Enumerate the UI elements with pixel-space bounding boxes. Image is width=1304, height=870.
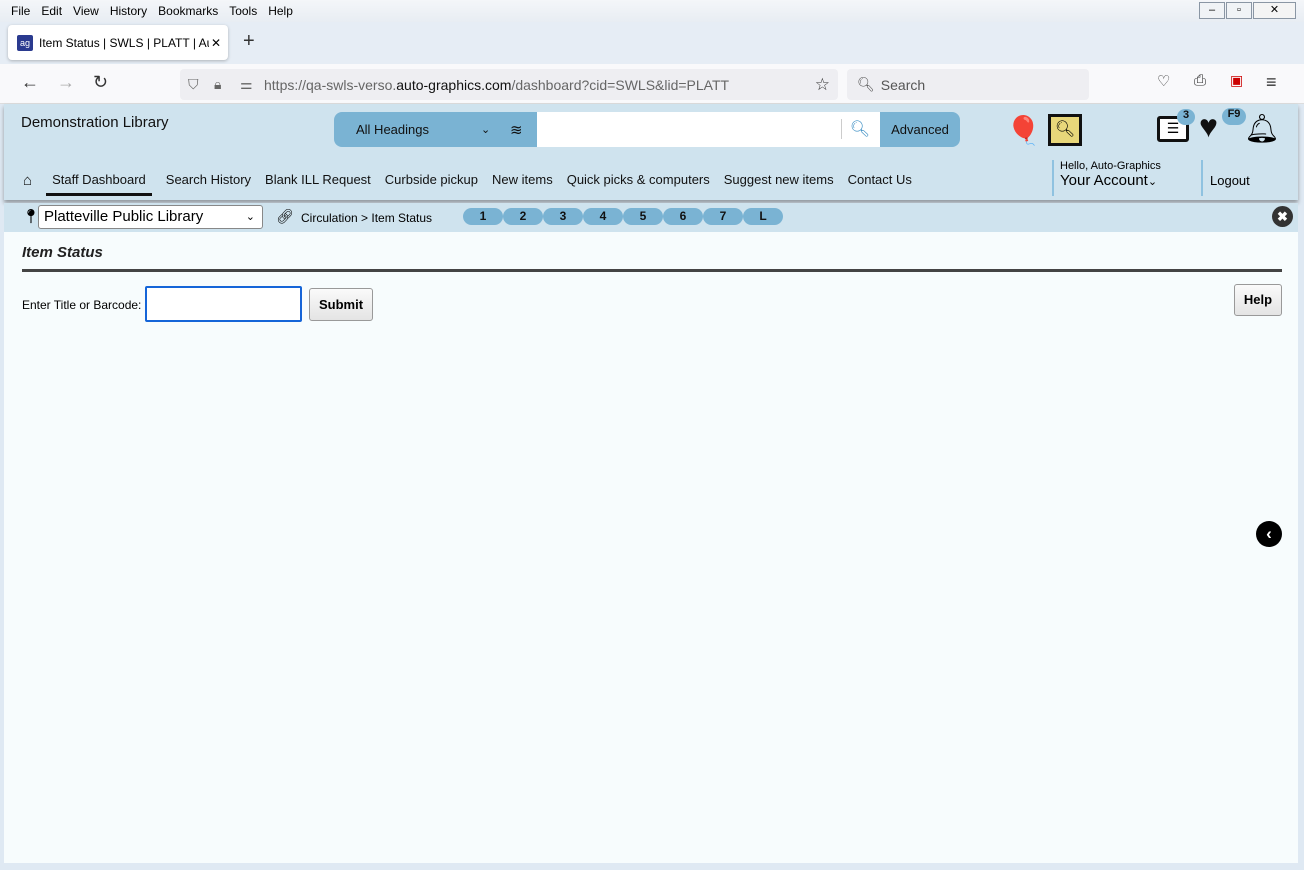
favorites-badge: F9 xyxy=(1222,108,1246,125)
search-icon: 🔍︎ xyxy=(857,76,875,92)
search-bar: All Headings ⌄ ≋ 🔍︎ Advanced xyxy=(334,112,960,147)
your-account-button[interactable]: Your Account⌄ xyxy=(1060,172,1161,189)
quick-tab-l[interactable]: L xyxy=(743,208,783,225)
shield-icon: ⛉ xyxy=(188,76,199,92)
page-title: Item Status xyxy=(22,244,103,261)
heading-select[interactable]: All Headings ⌄ ≋ xyxy=(334,112,537,147)
catalog-search-icon[interactable]: 🔍︎ xyxy=(1048,114,1082,146)
chevron-down-icon: ⌄ xyxy=(481,124,491,136)
tab-bar: ag Item Status | SWLS | PLATT | Aut ✕ + xyxy=(0,22,1304,64)
forward-icon[interactable]: → xyxy=(57,72,75,93)
search-input[interactable]: 🔍︎ xyxy=(537,112,880,147)
nav-search-history[interactable]: Search History xyxy=(166,172,251,196)
lock-icon: 🔒︎ xyxy=(214,76,222,92)
link-icon: 🔗︎ xyxy=(276,208,294,224)
submit-button[interactable]: Submit xyxy=(309,288,373,321)
tab-title: Item Status | SWLS | PLATT | Aut xyxy=(39,35,209,50)
extension-icon[interactable]: ▣ xyxy=(1230,72,1243,89)
breadcrumb: Circulation > Item Status xyxy=(301,211,433,225)
minimize-button[interactable]: – xyxy=(1199,2,1225,19)
menu-bookmarks[interactable]: Bookmarks xyxy=(158,4,218,18)
menu-bar: File Edit View History Bookmarks Tools Help xyxy=(0,0,1304,22)
main-content: Item Status Enter Title or Barcode: Subm… xyxy=(4,232,1298,863)
library-select-value: Platteville Public Library xyxy=(44,208,204,225)
menu-icon[interactable]: ≡ xyxy=(1266,72,1277,93)
greeting: Hello, Auto-Graphics xyxy=(1060,160,1161,172)
nav-quick-picks[interactable]: Quick picks & computers xyxy=(567,172,710,196)
quick-tab-6[interactable]: 6 xyxy=(663,208,703,225)
close-icon[interactable]: ✖ xyxy=(1272,206,1293,227)
tab-item-status[interactable]: ag Item Status | SWLS | PLATT | Aut ✕ xyxy=(8,25,228,60)
web-search-input[interactable]: 🔍︎ Search xyxy=(847,69,1089,100)
back-icon[interactable]: ← xyxy=(21,72,39,93)
url-suffix: /dashboard?cid=SWLS&lid=PLATT xyxy=(511,76,730,93)
quick-tab-5[interactable]: 5 xyxy=(623,208,663,225)
print-icon[interactable]: ⎙ xyxy=(1194,72,1206,89)
favicon-icon: ag xyxy=(17,34,33,51)
nav-new-items[interactable]: New items xyxy=(492,172,553,196)
quick-tab-7[interactable]: 7 xyxy=(703,208,743,225)
permissions-icon: ⚌ xyxy=(240,76,253,92)
chevron-left-icon[interactable]: ‹ xyxy=(1256,521,1282,547)
menu-file[interactable]: File xyxy=(11,4,30,18)
search-placeholder: Search xyxy=(880,76,926,93)
chevron-down-icon: ⌄ xyxy=(1147,176,1158,188)
library-name: Demonstration Library xyxy=(21,114,169,131)
site-header: Demonstration Library All Headings ⌄ ≋ 🔍︎ … xyxy=(4,104,1298,200)
maximize-button[interactable]: ▫ xyxy=(1226,2,1252,19)
nav-toolbar: ← → ↻ ⛉ 🔒︎ ⚌ https://qa-swls-verso.auto-… xyxy=(0,64,1304,104)
menu-help[interactable]: Help xyxy=(268,4,293,18)
menu-history[interactable]: History xyxy=(110,4,147,18)
heading-select-value: All Headings xyxy=(356,122,429,137)
quick-tab-1[interactable]: 1 xyxy=(463,208,503,225)
hot-air-balloon-icon[interactable]: 🎈 xyxy=(1006,114,1041,147)
help-button[interactable]: Help xyxy=(1234,284,1282,316)
heart-icon[interactable]: ♥ xyxy=(1199,108,1218,145)
home-icon[interactable]: ⌂ xyxy=(23,172,32,196)
logout-button[interactable]: Logout xyxy=(1201,160,1250,196)
bookmark-star-icon[interactable]: ☆ xyxy=(815,75,830,95)
account-menu[interactable]: Hello, Auto-Graphics Your Account⌄ xyxy=(1052,160,1161,196)
main-nav: ⌂ Staff Dashboard Search History Blank I… xyxy=(4,172,926,196)
bell-icon[interactable]: 🔔︎ xyxy=(1244,112,1280,145)
account-label: Your Account xyxy=(1060,172,1148,189)
new-tab-button[interactable]: + xyxy=(243,30,255,53)
menu-tools[interactable]: Tools xyxy=(229,4,257,18)
title-barcode-input[interactable] xyxy=(145,286,302,322)
quick-tab-3[interactable]: 3 xyxy=(543,208,583,225)
pocket-icon[interactable]: ♡ xyxy=(1157,72,1170,90)
database-icon[interactable]: ≋ xyxy=(510,121,523,139)
divider xyxy=(22,269,1282,272)
reload-icon[interactable]: ↻ xyxy=(93,72,108,93)
url-text: https://qa-swls-verso.auto-graphics.com/… xyxy=(264,77,729,93)
url-prefix: https://qa-swls-verso. xyxy=(264,76,397,93)
title-barcode-label: Enter Title or Barcode: xyxy=(22,298,142,312)
menu-edit[interactable]: Edit xyxy=(41,4,62,18)
nav-contact-us[interactable]: Contact Us xyxy=(848,172,912,196)
nav-staff-dashboard[interactable]: Staff Dashboard xyxy=(46,172,152,196)
chevron-down-icon: ⌄ xyxy=(245,211,255,223)
library-select[interactable]: Platteville Public Library ⌄ xyxy=(38,205,263,229)
quick-tab-2[interactable]: 2 xyxy=(503,208,543,225)
nav-curbside-pickup[interactable]: Curbside pickup xyxy=(385,172,478,196)
breadcrumb-bar: 📍︎ Platteville Public Library ⌄ 🔗︎ Circul… xyxy=(4,203,1298,232)
url-bar[interactable]: ⛉ 🔒︎ ⚌ https://qa-swls-verso.auto-graphi… xyxy=(180,69,838,100)
search-icon[interactable]: 🔍︎ xyxy=(840,119,870,139)
advanced-search-button[interactable]: Advanced xyxy=(880,112,960,147)
close-tab-icon[interactable]: ✕ xyxy=(211,36,221,50)
url-domain: auto-graphics.com xyxy=(396,76,512,93)
quick-tab-4[interactable]: 4 xyxy=(583,208,623,225)
list-count-badge: 3 xyxy=(1177,109,1195,125)
menu-view[interactable]: View xyxy=(73,4,99,18)
nav-blank-ill-request[interactable]: Blank ILL Request xyxy=(265,172,371,196)
close-window-button[interactable]: ✕ xyxy=(1253,2,1296,19)
nav-suggest-new-items[interactable]: Suggest new items xyxy=(724,172,834,196)
